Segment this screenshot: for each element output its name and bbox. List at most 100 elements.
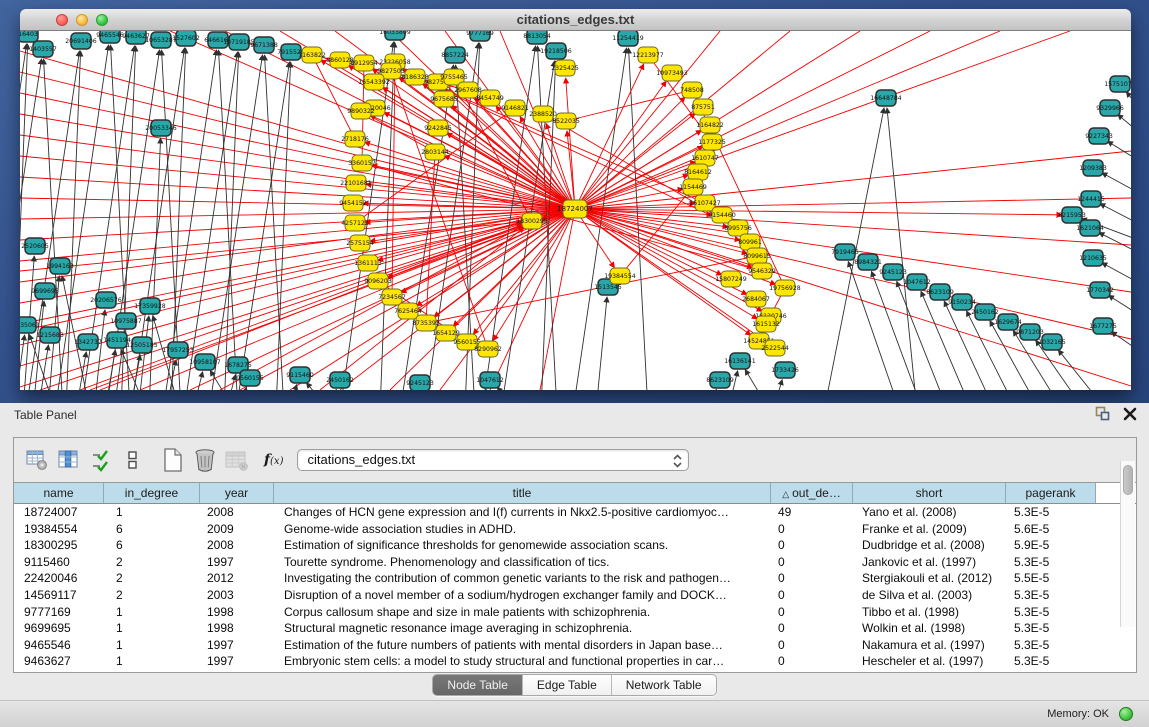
table-cell[interactable]: 1998 xyxy=(200,620,274,637)
graph-node[interactable]: 15807249 xyxy=(715,271,747,287)
table-row[interactable]: 1830029562008Estimation of significance … xyxy=(14,537,1136,554)
float-panel-icon[interactable] xyxy=(1095,406,1111,421)
table-cell[interactable]: 0 xyxy=(771,570,853,587)
graph-node[interactable]: 8623109 xyxy=(926,284,954,300)
table-cell[interactable]: Estimation of significance thresholds fo… xyxy=(274,537,771,554)
graph-node[interactable]: 1215683 xyxy=(36,327,64,343)
graph-node[interactable]: 4257122 xyxy=(341,215,369,231)
table-cell[interactable]: 1997 xyxy=(200,554,274,571)
tab-node-table[interactable]: Node Table xyxy=(433,675,523,695)
graph-node[interactable]: 875751 xyxy=(691,99,715,115)
graph-node[interactable]: 2325425 xyxy=(551,60,579,76)
table-row[interactable]: 1938455462009Genome-wide association stu… xyxy=(14,521,1136,538)
graph-node[interactable]: 10973493 xyxy=(656,65,688,81)
table-cell[interactable]: 22420046 xyxy=(14,570,104,587)
table-cell[interactable]: 5.3E-5 xyxy=(1006,604,1096,621)
table-cell[interactable]: Embryonic stem cells: a model to study s… xyxy=(274,653,771,670)
graph-node[interactable]: 1361113 xyxy=(354,255,382,271)
table-cell[interactable]: Yano et al. (2008) xyxy=(853,504,1006,521)
table-cell[interactable]: 1998 xyxy=(200,604,274,621)
table-cell[interactable]: 0 xyxy=(771,537,853,554)
graph-node[interactable]: 9115460 xyxy=(286,367,314,383)
table-cell[interactable]: 2012 xyxy=(200,570,274,587)
graph-node[interactable]: 8099615 xyxy=(743,248,771,264)
table-cell[interactable]: Genome-wide association studies in ADHD. xyxy=(274,521,771,538)
table-cell[interactable]: 1 xyxy=(104,604,200,621)
column-header-short[interactable]: short xyxy=(853,483,1006,503)
table-cell[interactable]: 1 xyxy=(104,504,200,521)
graph-node[interactable]: 1733426 xyxy=(771,362,799,378)
table-cell[interactable]: Hescheler et al. (1997) xyxy=(853,653,1006,670)
table-cell[interactable]: 1997 xyxy=(200,653,274,670)
table-cell[interactable]: 5.5E-5 xyxy=(1006,570,1096,587)
table-row[interactable]: 977716911998Corpus callosum shape and si… xyxy=(14,604,1136,621)
table-row[interactable]: 1456911722003Disruption of a novel membe… xyxy=(14,587,1136,604)
tab-edge-table[interactable]: Edge Table xyxy=(523,675,612,695)
graph-node[interactable]: 1770342 xyxy=(1086,282,1114,298)
graph-node[interactable]: 1527602 xyxy=(172,31,200,46)
graph-node[interactable]: 8813054 xyxy=(523,31,551,44)
window-titlebar[interactable]: citations_edges.txt xyxy=(20,9,1131,31)
table-row[interactable]: 911546021997Tourette syndrome. Phenomeno… xyxy=(14,554,1136,571)
graph-node[interactable]: 9245123 xyxy=(406,375,434,390)
graph-node[interactable]: 1164822 xyxy=(696,117,724,133)
graph-node[interactable]: 1342737 xyxy=(74,334,102,350)
graph-node[interactable]: 9465546 xyxy=(96,31,124,43)
graph-node[interactable]: 9671388 xyxy=(250,37,278,53)
table-vertical-scrollbar[interactable] xyxy=(1120,461,1135,627)
delete-columns-button[interactable] xyxy=(190,445,220,475)
graph-node[interactable]: 2718176 xyxy=(341,131,369,147)
table-cell[interactable]: 2 xyxy=(104,587,200,604)
table-cell[interactable]: 9463627 xyxy=(14,653,104,670)
graph-node[interactable]: 19756928 xyxy=(769,280,801,296)
table-cell[interactable]: Nakamura et al. (1997) xyxy=(853,637,1006,654)
table-cell[interactable]: 14569117 xyxy=(14,587,104,604)
graph-node[interactable]: 9242845 xyxy=(424,120,452,136)
table-row[interactable]: 2242004622012Investigating the contribut… xyxy=(14,570,1136,587)
function-builder-button[interactable]: f(x) xyxy=(264,452,283,468)
graph-node[interactable]: 9560155 xyxy=(236,370,264,386)
table-mode-button[interactable] xyxy=(22,445,52,475)
delete-table-button[interactable] xyxy=(222,445,252,475)
graph-node[interactable]: 1047612 xyxy=(903,274,931,290)
table-cell[interactable]: 2008 xyxy=(200,504,274,521)
graph-node[interactable]: 1615132 xyxy=(752,316,780,332)
table-cell[interactable]: 1 xyxy=(104,637,200,654)
graph-node[interactable]: 8984321 xyxy=(854,254,882,270)
graph-node[interactable]: 1177325 xyxy=(698,134,726,150)
tab-network-table[interactable]: Network Table xyxy=(612,675,716,695)
table-cell[interactable]: 18724007 xyxy=(14,504,104,521)
graph-node[interactable]: 8454749 xyxy=(476,90,504,106)
table-cell[interactable]: Changes of HCN gene expression and I(f) … xyxy=(274,504,771,521)
graph-node[interactable]: 1994163 xyxy=(46,258,74,274)
table-cell[interactable]: 6 xyxy=(104,537,200,554)
table-cell[interactable]: 5.3E-5 xyxy=(1006,587,1096,604)
table-cell[interactable]: Jankovic et al. (1997) xyxy=(853,554,1006,571)
table-cell[interactable]: 0 xyxy=(771,653,853,670)
table-cell[interactable]: 18300295 xyxy=(14,537,104,554)
graph-node[interactable]: 1629674 xyxy=(994,314,1022,330)
graph-node[interactable]: 16033809 xyxy=(379,31,411,40)
graph-node[interactable]: 1154469 xyxy=(679,179,707,195)
graph-node[interactable]: 1032165 xyxy=(1038,334,1066,350)
graph-node[interactable]: 2575154 xyxy=(346,235,374,251)
table-cell[interactable]: 0 xyxy=(771,620,853,637)
graph-node[interactable]: 8623109 xyxy=(706,372,734,388)
table-cell[interactable]: 5.3E-5 xyxy=(1006,554,1096,571)
graph-node[interactable]: 9546329 xyxy=(748,263,776,279)
column-header-pagerank[interactable]: pagerank xyxy=(1006,483,1096,503)
table-cell[interactable]: 5.9E-5 xyxy=(1006,537,1096,554)
table-row[interactable]: 946554611997Estimation of the future num… xyxy=(14,637,1136,654)
graph-node[interactable]: 2803144 xyxy=(421,144,449,160)
graph-node[interactable]: 9871203 xyxy=(1016,324,1044,340)
graph-node[interactable]: 3360157 xyxy=(348,155,376,171)
close-panel-icon[interactable] xyxy=(1123,407,1137,421)
table-row[interactable]: 969969511998Structural magnetic resonanc… xyxy=(14,620,1136,637)
show-columns-button[interactable] xyxy=(54,445,84,475)
graph-node[interactable]: 9245123 xyxy=(879,264,907,280)
graph-node[interactable]: 8290962 xyxy=(474,341,502,357)
table-cell[interactable]: 1 xyxy=(104,620,200,637)
column-header-out_degree[interactable]: △out_de… xyxy=(771,483,853,503)
table-cell[interactable]: 2008 xyxy=(200,537,274,554)
memory-status-icon[interactable] xyxy=(1119,707,1133,721)
